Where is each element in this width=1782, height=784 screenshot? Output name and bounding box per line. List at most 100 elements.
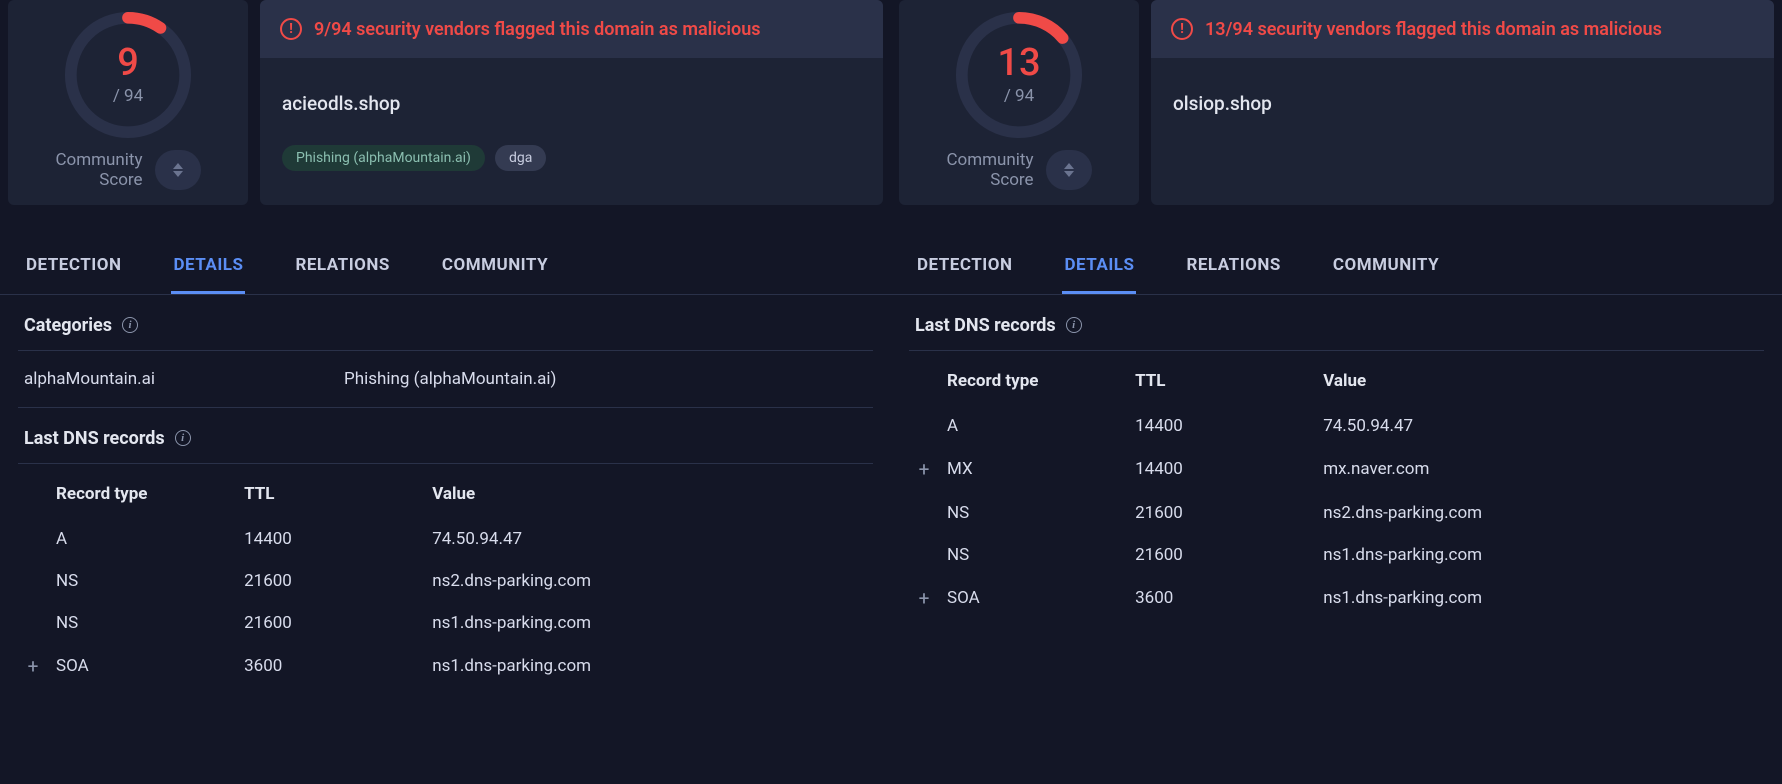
detail-card: ! 13/94 security vendors flagged this do… <box>1151 0 1774 205</box>
community-score: Community Score <box>946 150 1091 191</box>
dns-type: NS <box>48 560 236 602</box>
community-label-line2: Score <box>55 170 142 190</box>
dns-type: NS <box>939 492 1127 534</box>
detection-total: / 94 <box>113 86 143 106</box>
dns-val: ns2.dns-parking.com <box>424 560 873 602</box>
expand-icon <box>909 492 939 534</box>
score-card: 9 / 94 Community Score <box>8 0 248 205</box>
downvote-icon <box>1064 171 1074 177</box>
info-icon[interactable]: i <box>175 430 191 446</box>
dns-section: Last DNS records i Record typeTTLValueA1… <box>0 408 891 689</box>
dns-ttl: 21600 <box>236 560 424 602</box>
tab-relations[interactable]: RELATIONS <box>1184 241 1282 294</box>
expand-icon <box>909 534 939 576</box>
dns-val: 74.50.94.47 <box>1315 405 1764 447</box>
score-gauge: 13 / 94 <box>954 10 1084 140</box>
malicious-alert: ! 9/94 security vendors flagged this dom… <box>260 0 883 58</box>
dns-table: Record typeTTLValueA1440074.50.94.47+MX1… <box>909 357 1764 621</box>
alert-icon: ! <box>1171 18 1193 40</box>
tab-relations[interactable]: RELATIONS <box>293 241 391 294</box>
expand-icon[interactable]: + <box>18 644 48 689</box>
detail-card: ! 9/94 security vendors flagged this dom… <box>260 0 883 205</box>
domain-name: acieodls.shop <box>282 92 861 115</box>
tag-row: Phishing (alphaMountain.ai) dga <box>282 145 861 171</box>
dns-header: Record type <box>939 357 1127 405</box>
community-vote-toggle[interactable] <box>1046 150 1092 190</box>
tab-details[interactable]: DETAILS <box>1062 241 1136 294</box>
dns-heading: Last DNS records <box>915 315 1056 336</box>
upvote-icon <box>173 163 183 169</box>
tab-detection[interactable]: DETECTION <box>915 241 1014 294</box>
dns-row: +MX14400mx.naver.com <box>909 447 1764 492</box>
result-panel-right: 13 / 94 Community Score ! 13/94 security… <box>891 0 1782 784</box>
dns-ttl: 3600 <box>236 644 424 689</box>
dns-val: ns1.dns-parking.com <box>424 644 873 689</box>
expand-icon <box>18 602 48 644</box>
dns-header: TTL <box>1127 357 1315 405</box>
detail-tabs: DETECTION DETAILS RELATIONS COMMUNITY <box>891 241 1782 295</box>
dns-type: MX <box>939 447 1127 492</box>
alert-text: 9/94 security vendors flagged this domai… <box>314 19 761 40</box>
tab-community[interactable]: COMMUNITY <box>440 241 550 294</box>
expand-icon[interactable]: + <box>909 447 939 492</box>
dns-header: Record type <box>48 470 236 518</box>
tab-details[interactable]: DETAILS <box>171 241 245 294</box>
alert-text: 13/94 security vendors flagged this doma… <box>1205 19 1662 40</box>
category-row: alphaMountain.ai Phishing (alphaMountain… <box>18 351 873 408</box>
dns-ttl: 14400 <box>1127 405 1315 447</box>
dns-val: 74.50.94.47 <box>424 518 873 560</box>
dns-type: SOA <box>48 644 236 689</box>
dns-type: A <box>939 405 1127 447</box>
dns-row: NS21600ns2.dns-parking.com <box>18 560 873 602</box>
dns-ttl: 21600 <box>1127 534 1315 576</box>
category-value: Phishing (alphaMountain.ai) <box>344 369 556 389</box>
community-vote-toggle[interactable] <box>155 150 201 190</box>
dns-header: TTL <box>236 470 424 518</box>
dns-section: Last DNS records i Record typeTTLValueA1… <box>891 295 1782 621</box>
dns-type: SOA <box>939 576 1127 621</box>
detail-tabs: DETECTION DETAILS RELATIONS COMMUNITY <box>0 241 891 295</box>
detection-score: 13 <box>997 44 1040 82</box>
score-gauge: 9 / 94 <box>63 10 193 140</box>
top-row: 13 / 94 Community Score ! 13/94 security… <box>891 0 1782 205</box>
tag[interactable]: dga <box>495 145 546 171</box>
dns-type: NS <box>48 602 236 644</box>
domain-name: olsiop.shop <box>1173 92 1752 115</box>
dns-header: Value <box>1315 357 1764 405</box>
dns-val: mx.naver.com <box>1315 447 1764 492</box>
tab-community[interactable]: COMMUNITY <box>1331 241 1441 294</box>
expand-icon <box>909 405 939 447</box>
dns-ttl: 21600 <box>236 602 424 644</box>
dns-row: NS21600ns1.dns-parking.com <box>909 534 1764 576</box>
dns-row: +SOA3600ns1.dns-parking.com <box>18 644 873 689</box>
dns-ttl: 14400 <box>236 518 424 560</box>
dns-type: NS <box>939 534 1127 576</box>
community-score: Community Score <box>55 150 200 191</box>
expand-icon <box>18 518 48 560</box>
detection-score: 9 <box>117 44 139 82</box>
dns-row: A1440074.50.94.47 <box>18 518 873 560</box>
community-label-line2: Score <box>946 170 1033 190</box>
dns-header: Value <box>424 470 873 518</box>
expand-icon[interactable]: + <box>909 576 939 621</box>
upvote-icon <box>1064 163 1074 169</box>
dns-row: NS21600ns2.dns-parking.com <box>909 492 1764 534</box>
dns-table: Record typeTTLValueA1440074.50.94.47NS21… <box>18 470 873 689</box>
alert-icon: ! <box>280 18 302 40</box>
info-icon[interactable]: i <box>1066 317 1082 333</box>
dns-type: A <box>48 518 236 560</box>
dns-ttl: 21600 <box>1127 492 1315 534</box>
dns-val: ns1.dns-parking.com <box>1315 576 1764 621</box>
info-icon[interactable]: i <box>122 317 138 333</box>
malicious-alert: ! 13/94 security vendors flagged this do… <box>1151 0 1774 58</box>
result-panel-left: 9 / 94 Community Score ! 9/94 security v… <box>0 0 891 784</box>
score-card: 13 / 94 Community Score <box>899 0 1139 205</box>
tab-detection[interactable]: DETECTION <box>24 241 123 294</box>
dns-row: NS21600ns1.dns-parking.com <box>18 602 873 644</box>
categories-heading: Categories <box>24 315 112 336</box>
community-label-line1: Community <box>946 150 1033 170</box>
dns-ttl: 3600 <box>1127 576 1315 621</box>
tag[interactable]: Phishing (alphaMountain.ai) <box>282 145 485 171</box>
dns-val: ns1.dns-parking.com <box>424 602 873 644</box>
dns-row: A1440074.50.94.47 <box>909 405 1764 447</box>
